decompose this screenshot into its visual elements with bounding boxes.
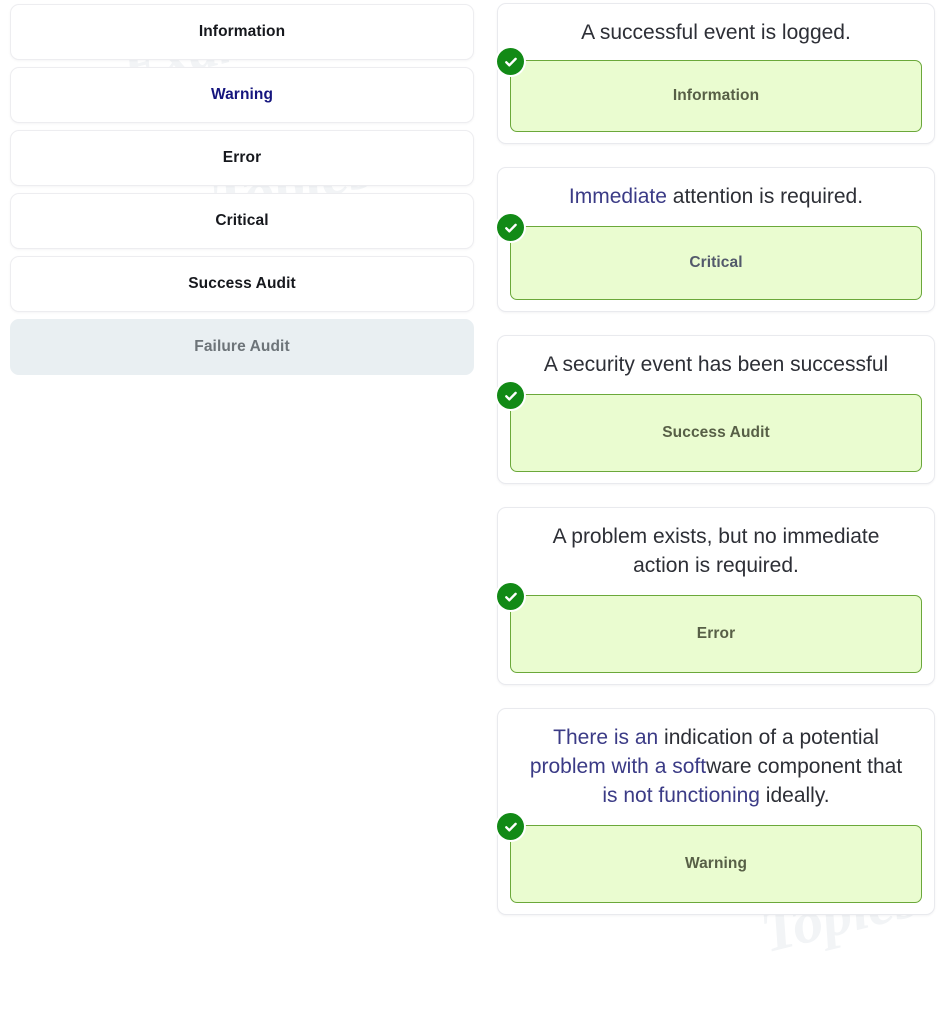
answer-bank: Information Warning Error Critical Succe… — [0, 0, 497, 382]
draggable-item-failure-audit[interactable]: Failure Audit — [10, 319, 474, 375]
prompt-segment-selected: There is an — [553, 726, 659, 749]
draggable-item-label: Information — [198, 23, 286, 40]
matching-exercise: Information Warning Error Critical Succe… — [0, 0, 943, 1024]
draggable-item-label: Critical — [215, 212, 269, 229]
prompt-segment: attention is required. — [666, 185, 864, 208]
drop-zone-answer: Information — [672, 87, 760, 104]
check-circle-icon — [497, 214, 524, 241]
prompt-segment: ware component that — [706, 755, 903, 778]
draggable-item-success-audit[interactable]: Success Audit — [10, 256, 474, 312]
draggable-item-critical[interactable]: Critical — [10, 193, 474, 249]
drop-zone-answer: Critical — [689, 254, 743, 271]
question-card: A successful event is logged. Informatio… — [497, 3, 935, 144]
draggable-item-label: Warning — [210, 86, 274, 103]
drop-zone[interactable]: Error — [497, 583, 922, 673]
check-circle-icon — [497, 48, 524, 75]
question-card: Immediate attention is required. Critica… — [497, 167, 935, 312]
question-cards: A successful event is logged. Informatio… — [497, 0, 943, 938]
draggable-item-warning[interactable]: Warning — [10, 67, 474, 123]
draggable-item-label: Error — [222, 149, 262, 166]
prompt-segment-selected: problem with a soft — [529, 755, 707, 778]
draggable-item-error[interactable]: Error — [10, 130, 474, 186]
question-card: A security event has been successful Suc… — [497, 335, 935, 484]
prompt-segment-selected: Immediate — [568, 185, 667, 208]
question-card: A problem exists, but no immediate actio… — [497, 507, 935, 685]
question-prompt: Immediate attention is required. — [510, 180, 922, 217]
drop-zone-answer: Error — [696, 625, 736, 642]
draggable-item-label: Failure Audit — [194, 338, 290, 355]
drop-zone[interactable]: Information — [497, 48, 922, 132]
check-circle-icon — [497, 382, 524, 409]
question-prompt: There is an indication of a potential pr… — [510, 721, 922, 816]
drop-zone[interactable]: Critical — [497, 214, 922, 300]
prompt-segment-selected: is not functioning — [602, 784, 760, 807]
question-prompt: A successful event is logged. — [581, 21, 851, 44]
drop-zone[interactable]: Warning — [497, 813, 922, 903]
prompt-segment: ideally. — [759, 784, 830, 807]
drop-zone-answer: Warning — [684, 855, 748, 872]
drop-zone[interactable]: Success Audit — [497, 382, 922, 472]
check-circle-icon — [497, 583, 524, 610]
draggable-item-label: Success Audit — [188, 275, 296, 292]
question-prompt: A security event has been successful — [543, 353, 889, 376]
check-circle-icon — [497, 813, 524, 840]
question-prompt: A problem exists, but no immediate actio… — [552, 525, 880, 577]
drop-zone-answer: Success Audit — [662, 424, 770, 441]
draggable-item-information[interactable]: Information — [10, 4, 474, 60]
question-card: There is an indication of a potential pr… — [497, 708, 935, 915]
prompt-segment: indication of a potential — [658, 726, 879, 749]
